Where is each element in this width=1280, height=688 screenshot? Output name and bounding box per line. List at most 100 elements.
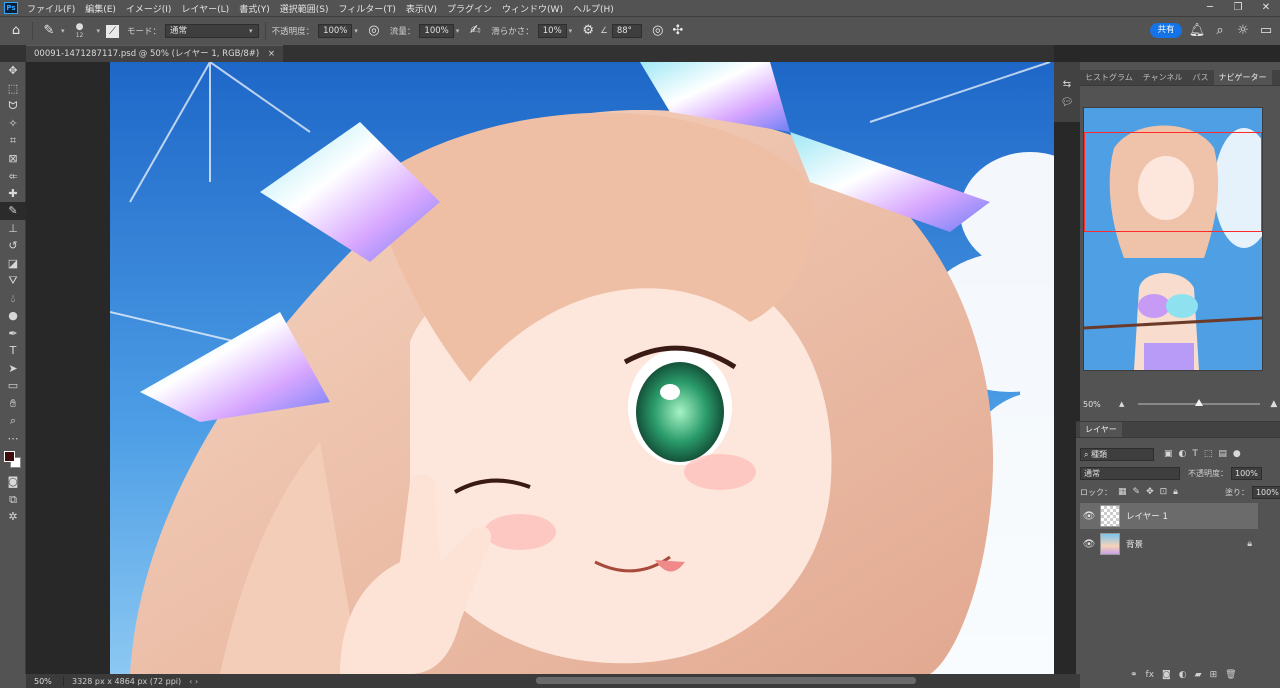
status-arrows[interactable]: ‹ ›	[189, 677, 198, 686]
restore-button[interactable]: ❐	[1224, 0, 1252, 16]
chevron-down-icon[interactable]: ▾	[456, 27, 460, 35]
brush-tool-icon[interactable]: ✎	[0, 202, 26, 220]
dodge-tool-icon[interactable]: ●	[0, 307, 26, 325]
menu-layer[interactable]: レイヤー(L)	[176, 2, 234, 15]
add-mask-icon[interactable]: ◙	[1162, 670, 1171, 680]
eyedropper-tool-icon[interactable]: ⤂	[0, 167, 26, 185]
marquee-tool-icon[interactable]: ⬚	[0, 80, 26, 98]
zoom-tool-icon[interactable]: ⌕	[0, 412, 26, 430]
lock-transparent-icon[interactable]: ▦	[1118, 487, 1127, 497]
magic-wand-tool-icon[interactable]: ✧	[0, 115, 26, 133]
chevron-down-icon[interactable]: ▾	[97, 27, 101, 35]
hand-tool-icon[interactable]: ✋︎	[0, 395, 26, 413]
lock-artboard-icon[interactable]: ⊡	[1160, 487, 1168, 497]
navigator-zoom-slider[interactable]	[1138, 399, 1261, 406]
menu-window[interactable]: ウィンドウ(W)	[497, 2, 568, 15]
eye-icon[interactable]: 👁︎	[1080, 511, 1098, 522]
layer-row-layer1[interactable]: 👁︎ レイヤー 1	[1080, 503, 1258, 529]
filter-toggle-icon[interactable]: ●	[1233, 449, 1241, 459]
lock-image-icon[interactable]: ✎	[1133, 487, 1141, 497]
tab-navigator[interactable]: ナビゲーター	[1213, 70, 1272, 85]
canvas-area[interactable]	[26, 62, 1054, 674]
opacity-input[interactable]: 100%	[318, 24, 353, 38]
lasso-tool-icon[interactable]: ᗢ	[0, 97, 26, 115]
document-tab[interactable]: 00091-1471287117.psd @ 50% (レイヤー 1, RGB/…	[26, 45, 284, 62]
menu-type[interactable]: 書式(Y)	[234, 2, 275, 15]
fill-input[interactable]: 100%	[1251, 485, 1280, 499]
tab-layers[interactable]: レイヤー	[1080, 422, 1122, 437]
menu-filter[interactable]: フィルター(T)	[333, 2, 400, 15]
healing-brush-tool-icon[interactable]: ✚	[0, 185, 26, 203]
search-icon[interactable]: ⌕	[1210, 21, 1230, 41]
layer-filter-select[interactable]: ⌕ 種類	[1080, 447, 1154, 461]
home-icon[interactable]: ⌂	[6, 21, 26, 41]
foreground-color-swatch[interactable]	[4, 451, 15, 462]
menu-view[interactable]: 表示(V)	[401, 2, 442, 15]
quick-mask-icon[interactable]: ◙	[0, 473, 26, 491]
close-tab-icon[interactable]: ×	[268, 49, 275, 59]
navigator-zoom-value[interactable]: 50%	[1083, 400, 1119, 409]
filter-shape-icon[interactable]: ⬚	[1204, 449, 1213, 459]
generative-icon[interactable]: ✲	[0, 508, 26, 526]
lock-position-icon[interactable]: ✥	[1146, 487, 1154, 497]
eraser-tool-icon[interactable]: ◪	[0, 255, 26, 273]
trash-icon[interactable]: 🗑︎	[1225, 670, 1236, 680]
chevron-down-icon[interactable]: ▾	[569, 27, 573, 35]
lightbulb-icon[interactable]: ☼	[1233, 21, 1253, 41]
gear-icon[interactable]: ⚙	[578, 21, 598, 41]
tab-histogram[interactable]: ヒストグラム	[1080, 70, 1138, 85]
color-swatches[interactable]	[0, 447, 26, 473]
mode-select[interactable]: 通常	[165, 24, 260, 38]
paint-bucket-tool-icon[interactable]: ⛛	[0, 272, 26, 290]
comments-panel-icon[interactable]: 💬︎	[1054, 94, 1080, 112]
blur-tool-icon[interactable]: 💧︎	[0, 290, 26, 308]
tool-preset-picker[interactable]: ✎ ▾	[39, 21, 65, 41]
clone-stamp-tool-icon[interactable]: ⊥	[0, 220, 26, 238]
zoom-slider-handle[interactable]	[1195, 399, 1204, 406]
smoothing-input[interactable]: 10%	[537, 24, 567, 38]
zoom-out-icon[interactable]: ▲	[1119, 400, 1124, 408]
navigator-preview[interactable]	[1083, 107, 1263, 371]
chevron-down-icon[interactable]: ▾	[354, 27, 358, 35]
symmetry-icon[interactable]: ✣	[668, 21, 688, 41]
blend-mode-select[interactable]: 通常	[1080, 466, 1180, 480]
eye-icon[interactable]: 👁︎	[1080, 539, 1098, 550]
share-button[interactable]: 共有	[1150, 23, 1182, 38]
tab-paths[interactable]: パス	[1188, 70, 1214, 85]
pressure-size-icon[interactable]: ◎	[648, 21, 668, 41]
frame-tool-icon[interactable]: ⊠	[0, 150, 26, 168]
rectangle-tool-icon[interactable]: ▭	[0, 377, 26, 395]
layer-effects-icon[interactable]: fx	[1146, 670, 1155, 680]
menu-edit[interactable]: 編集(E)	[80, 2, 121, 15]
tab-channels[interactable]: チャンネル	[1138, 70, 1188, 85]
pen-tool-icon[interactable]: ✒	[0, 325, 26, 343]
flow-input[interactable]: 100%	[419, 24, 454, 38]
path-selection-tool-icon[interactable]: ➤	[0, 360, 26, 378]
more-tools-icon[interactable]: ⋯	[0, 430, 26, 448]
screen-mode-icon[interactable]: ⧉	[0, 491, 26, 509]
move-tool-icon[interactable]: ✥	[0, 62, 26, 80]
history-brush-tool-icon[interactable]: ↺	[0, 237, 26, 255]
menu-select[interactable]: 選択範囲(S)	[275, 2, 334, 15]
airbrush-icon[interactable]: ✍	[465, 21, 485, 41]
filter-adjustment-icon[interactable]: ◐	[1179, 449, 1187, 459]
history-panel-icon[interactable]: ⇆	[1054, 76, 1080, 94]
bell-icon[interactable]: 🔔︎	[1187, 21, 1207, 41]
brush-settings-icon[interactable]: ⟋	[106, 24, 120, 38]
brush-size-picker[interactable]: ● 12	[71, 23, 89, 40]
menu-help[interactable]: ヘルプ(H)	[568, 2, 619, 15]
minimize-button[interactable]: ─	[1196, 0, 1224, 16]
filter-type-icon[interactable]: T	[1192, 449, 1198, 459]
canvas-image[interactable]	[110, 62, 1054, 674]
new-group-icon[interactable]: ▰	[1195, 670, 1202, 680]
menu-image[interactable]: イメージ(I)	[121, 2, 177, 15]
new-layer-icon[interactable]: ⊞	[1210, 670, 1218, 680]
adjustment-layer-icon[interactable]: ◐	[1179, 670, 1187, 680]
status-zoom[interactable]: 50%	[26, 676, 64, 686]
menu-file[interactable]: ファイル(F)	[22, 2, 80, 15]
menu-plugins[interactable]: プラグイン	[442, 2, 497, 15]
angle-input[interactable]: 88°	[611, 24, 642, 38]
workspace-icon[interactable]: ▭	[1256, 21, 1276, 41]
lock-all-icon[interactable]: 🔒︎	[1173, 487, 1178, 497]
horizontal-scrollbar[interactable]	[536, 677, 916, 684]
